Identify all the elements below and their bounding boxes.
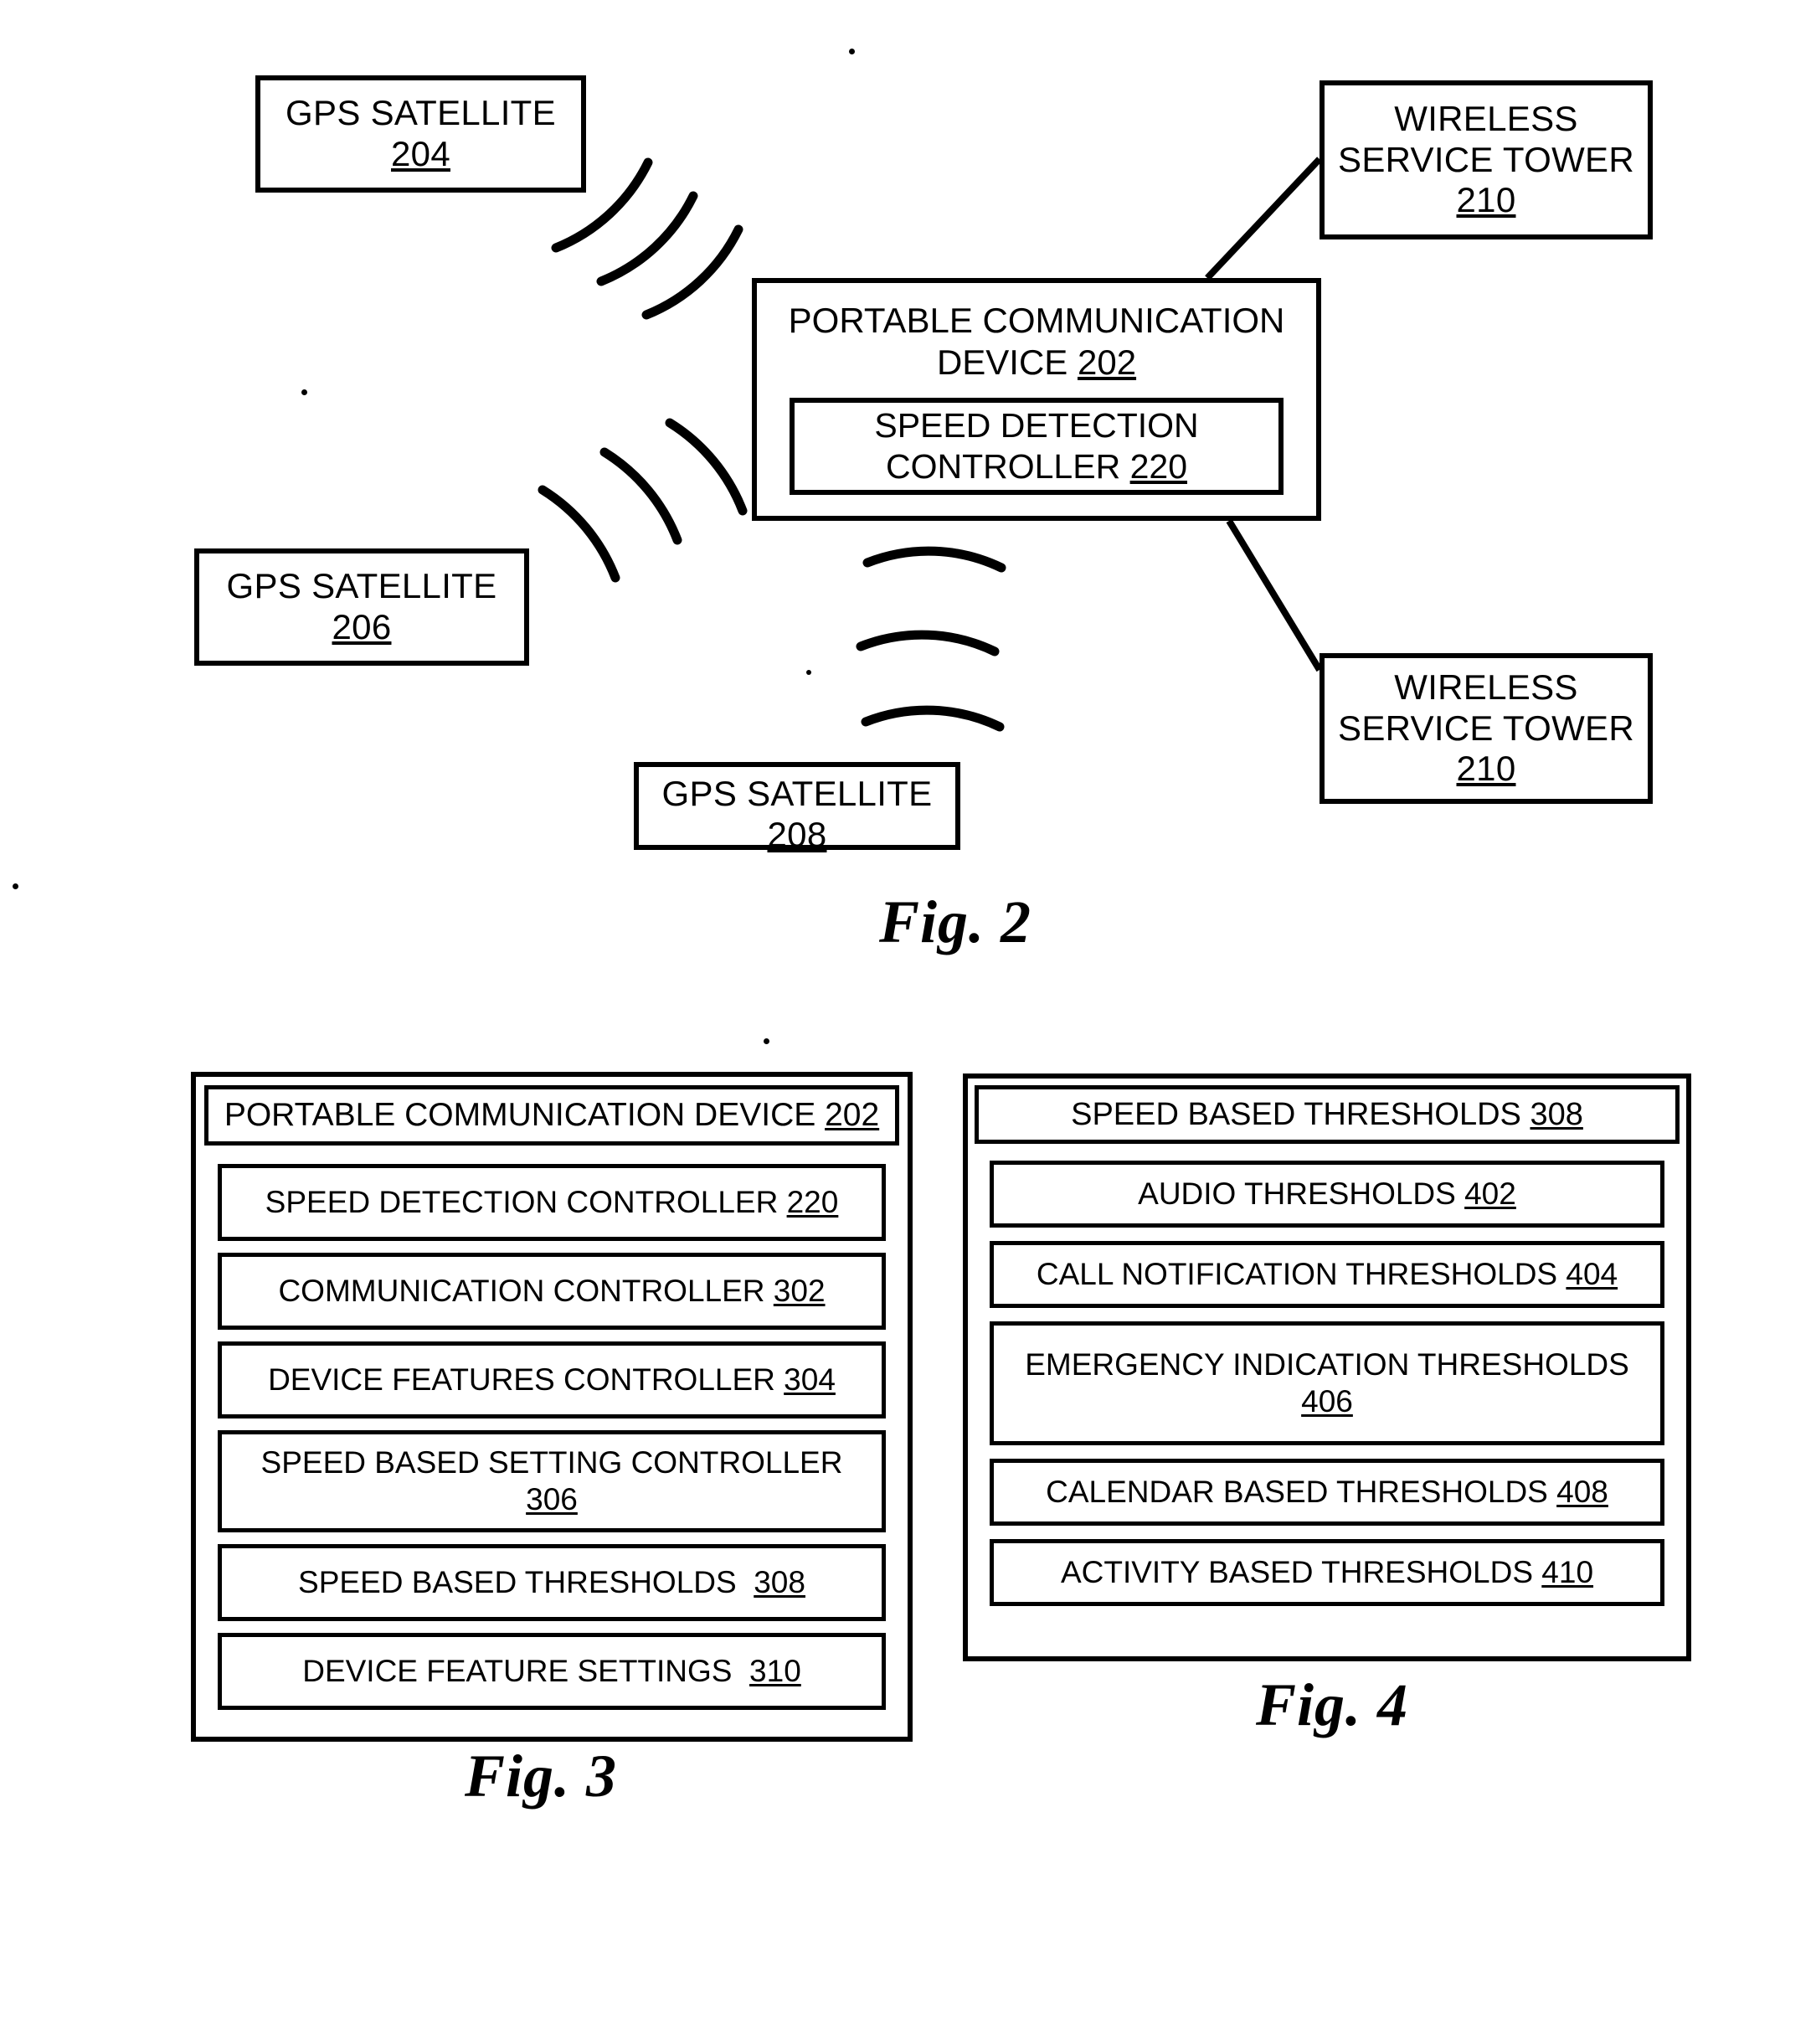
fig4-item-audio-thresholds: AUDIO THRESHOLDS 402	[990, 1161, 1664, 1228]
gps-satellite-204-box: GPS SATELLITE 204	[255, 75, 586, 193]
wave-arc-206-mid	[599, 447, 682, 545]
wave-arc-206-inner	[665, 418, 748, 516]
speed-detection-controller-220-line2: CONTROLLER 220	[886, 446, 1187, 487]
figure-3-item-list: SPEED DETECTION CONTROLLER 220 COMMUNICA…	[196, 1146, 908, 1737]
fig3-item-device-feature-settings: DEVICE FEATURE SETTINGS 310	[218, 1633, 886, 1710]
scan-speck	[764, 1038, 769, 1044]
fig4-item-1-text: CALL NOTIFICATION THRESHOLDS 404	[1037, 1256, 1618, 1293]
wave-arc-206-outer	[538, 485, 620, 583]
gps-satellite-208-box: GPS SATELLITE 208	[634, 762, 960, 854]
wave-arc-204-mid	[596, 191, 698, 286]
device-line2-text: DEVICE	[936, 342, 1068, 383]
fig4-item-4-refnum: 410	[1541, 1554, 1594, 1589]
fig3-item-speed-detection-controller: SPEED DETECTION CONTROLLER 220	[218, 1164, 886, 1241]
wireless-service-tower-top-refnum: 210	[1456, 180, 1516, 220]
speed-detection-controller-220-box: SPEED DETECTION CONTROLLER 220	[790, 397, 1284, 495]
figure-2: GPS SATELLITE 204 GPS SATELLITE 206 GPS …	[0, 0, 1816, 1044]
device-refnum: 202	[1077, 342, 1137, 383]
figure-3-outer-box: PORTABLE COMMUNICATION DEVICE 202 SPEED …	[191, 1072, 913, 1742]
fig4-item-2-refnum: 406	[1301, 1384, 1353, 1418]
gps-satellite-206-label: GPS SATELLITE	[226, 566, 497, 606]
fig3-item-5-refnum: 310	[749, 1653, 801, 1688]
gps-satellite-204-refnum: 204	[391, 134, 450, 173]
wireless-service-tower-top-line1: WIRELESS	[1394, 98, 1578, 138]
fig4-item-0-refnum: 402	[1464, 1176, 1516, 1211]
figure-4-header-refnum: 308	[1530, 1096, 1583, 1132]
wave-arc-208-outer	[862, 546, 1006, 573]
fig4-item-4-text: ACTIVITY BASED THRESHOLDS 410	[1061, 1554, 1593, 1591]
portable-communication-device-202-line1: PORTABLE COMMUNICATION	[788, 301, 1285, 340]
fig3-item-communication-controller: COMMUNICATION CONTROLLER 302	[218, 1253, 886, 1330]
fig3-item-2-refnum: 304	[784, 1362, 836, 1397]
fig3-item-speed-based-thresholds: SPEED BASED THRESHOLDS 308	[218, 1544, 886, 1621]
fig3-item-0-refnum: 220	[786, 1184, 839, 1219]
fig3-item-3-refnum: 306	[526, 1482, 578, 1516]
fig3-item-4-label: SPEED BASED THRESHOLDS	[298, 1564, 745, 1599]
wireless-service-tower-bottom-line1: WIRELESS	[1394, 667, 1578, 707]
figure-4-header-label: SPEED BASED THRESHOLDS	[1071, 1096, 1521, 1132]
wireless-service-tower-bottom-refnum: 210	[1456, 749, 1516, 789]
fig4-item-call-notification-thresholds: CALL NOTIFICATION THRESHOLDS 404	[990, 1241, 1664, 1308]
fig3-item-3-label: SPEED BASED SETTING CONTROLLER	[260, 1444, 843, 1480]
portable-communication-device-202-box: PORTABLE COMMUNICATION DEVICE 202 SPEED …	[752, 278, 1321, 521]
fig3-item-5-text: DEVICE FEATURE SETTINGS 310	[302, 1653, 801, 1690]
wireless-service-tower-top-box: WIRELESS SERVICE TOWER 210	[1320, 80, 1653, 239]
fig4-item-1-label: CALL NOTIFICATION THRESHOLDS	[1036, 1256, 1558, 1291]
figure-2-caption: Fig. 2	[879, 888, 1032, 955]
fig3-item-device-features-controller: DEVICE FEATURES CONTROLLER 304	[218, 1341, 886, 1418]
fig3-item-1-refnum: 302	[773, 1273, 826, 1308]
gps-satellite-206-box: GPS SATELLITE 206	[194, 548, 529, 666]
figure-3-header-box: PORTABLE COMMUNICATION DEVICE 202	[204, 1085, 899, 1146]
wave-arc-208-mid	[856, 630, 1000, 656]
wireless-service-tower-bottom-line2: SERVICE TOWER	[1338, 708, 1634, 748]
fig3-item-5-label: DEVICE FEATURE SETTINGS	[302, 1653, 741, 1688]
speed-detection-controller-220-line1: SPEED DETECTION	[874, 406, 1199, 445]
fig4-item-3-text: CALENDAR BASED THRESHOLDS 408	[1046, 1474, 1608, 1511]
scan-speck	[806, 670, 811, 675]
fig4-item-0-label: AUDIO THRESHOLDS	[1138, 1176, 1456, 1211]
controller-refnum: 220	[1129, 446, 1188, 486]
fig4-item-emergency-indication-thresholds: EMERGENCY INDICATION THRESHOLDS 406	[990, 1321, 1664, 1445]
portable-communication-device-202-line2: DEVICE 202	[937, 342, 1136, 384]
fig3-item-1-label: COMMUNICATION CONTROLLER	[278, 1273, 765, 1308]
gps-satellite-208-refnum: 208	[767, 814, 827, 854]
wireless-service-tower-top-line2: SERVICE TOWER	[1338, 139, 1634, 179]
fig4-item-2-label: EMERGENCY INDICATION THRESHOLDS	[1025, 1346, 1629, 1382]
fig3-item-2-label: DEVICE FEATURES CONTROLLER	[268, 1362, 775, 1397]
connector-device-to-tower-top	[1205, 157, 1322, 281]
wireless-service-tower-bottom-box: WIRELESS SERVICE TOWER 210	[1320, 653, 1653, 804]
fig3-item-0-label: SPEED DETECTION CONTROLLER	[265, 1184, 779, 1219]
figure-3-caption: Fig. 3	[465, 1743, 618, 1810]
controller-line2-text: CONTROLLER	[885, 446, 1121, 486]
figure-3-header-refnum: 202	[825, 1097, 880, 1134]
fig4-item-1-refnum: 404	[1566, 1256, 1618, 1291]
fig3-item-speed-based-setting-controller: SPEED BASED SETTING CONTROLLER 306	[218, 1430, 886, 1532]
fig3-item-1-text: COMMUNICATION CONTROLLER 302	[278, 1273, 825, 1310]
fig4-item-3-label: CALENDAR BASED THRESHOLDS	[1046, 1474, 1548, 1509]
fig4-item-0-text: AUDIO THRESHOLDS 402	[1138, 1176, 1516, 1212]
fig4-item-3-refnum: 408	[1556, 1474, 1608, 1509]
scan-speck	[301, 389, 307, 395]
gps-satellite-206-refnum: 206	[332, 607, 392, 646]
fig4-item-4-label: ACTIVITY BASED THRESHOLDS	[1060, 1554, 1534, 1589]
wave-arc-204-inner	[641, 224, 743, 320]
figure-4-caption: Fig. 4	[1256, 1671, 1409, 1738]
scan-speck	[849, 49, 855, 54]
gps-satellite-204-label: GPS SATELLITE	[286, 93, 556, 133]
fig4-item-calendar-based-thresholds: CALENDAR BASED THRESHOLDS 408	[990, 1459, 1664, 1526]
wave-arc-208-inner	[861, 705, 1005, 732]
figure-4-item-list: AUDIO THRESHOLDS 402 CALL NOTIFICATION T…	[968, 1144, 1686, 1656]
fig3-item-4-refnum: 308	[754, 1564, 805, 1599]
figure-3-header-label: PORTABLE COMMUNICATION DEVICE	[224, 1097, 816, 1134]
connector-device-to-tower-bottom	[1226, 518, 1323, 672]
figure-4-header-box: SPEED BASED THRESHOLDS 308	[975, 1085, 1680, 1144]
fig4-item-activity-based-thresholds: ACTIVITY BASED THRESHOLDS 410	[990, 1539, 1664, 1606]
fig3-item-0-text: SPEED DETECTION CONTROLLER 220	[265, 1184, 839, 1221]
fig3-item-4-text: SPEED BASED THRESHOLDS 308	[298, 1564, 805, 1601]
scan-speck	[13, 883, 18, 889]
gps-satellite-208-label: GPS SATELLITE	[661, 774, 933, 813]
figure-4-outer-box: SPEED BASED THRESHOLDS 308 AUDIO THRESHO…	[963, 1073, 1691, 1661]
fig3-item-2-text: DEVICE FEATURES CONTROLLER 304	[268, 1362, 836, 1398]
